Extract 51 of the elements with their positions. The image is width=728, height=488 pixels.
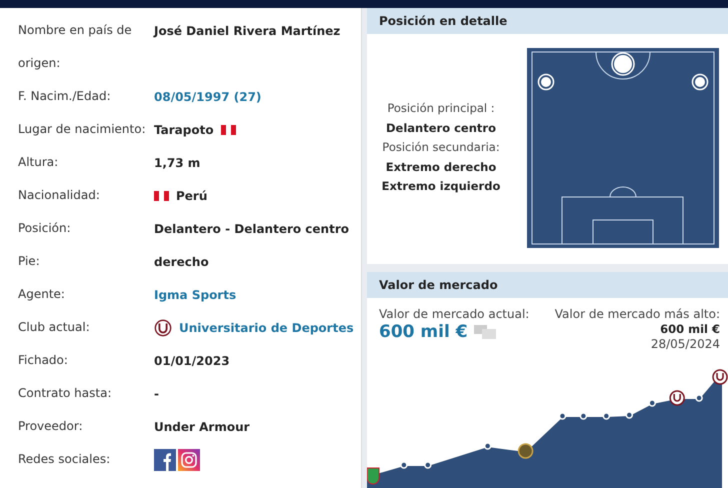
field-value: Tarapoto (154, 122, 214, 136)
data-point[interactable] (626, 411, 634, 419)
field-label: Pie: (18, 253, 41, 270)
data-point[interactable] (400, 461, 408, 469)
section-title: Posición en detalle (379, 14, 508, 28)
field-label: Proveedor: (18, 418, 84, 435)
field-value: Under Armour (154, 420, 250, 434)
field-label: Fichado: (18, 352, 69, 369)
field-label: Posición: (18, 220, 72, 237)
position-value: Extremo derecho (386, 158, 496, 176)
market-value-label: Valor de mercado actual: (379, 307, 530, 322)
highest-value-date: 28/05/2024 (650, 337, 720, 352)
field-label: Contrato hasta: (18, 385, 112, 402)
value-link[interactable]: 08/05/1997 (27) (154, 90, 262, 104)
field-value: 1,73 m (154, 156, 200, 170)
field-value: - (154, 386, 159, 400)
field-label: Redes sociales: (18, 451, 112, 468)
field-label: Nombre en país de origen: (18, 22, 133, 72)
data-point[interactable] (695, 394, 703, 402)
data-point[interactable] (602, 412, 610, 420)
value-link[interactable]: Igma Sports (154, 288, 236, 302)
field-label: F. Nacim./Edad: (18, 88, 112, 105)
facebook-icon[interactable] (154, 448, 176, 470)
field-value: José Daniel Rivera Martínez (154, 24, 340, 38)
data-point[interactable] (424, 461, 432, 469)
shield-icon (367, 468, 380, 484)
field-value: Perú (176, 188, 208, 202)
highest-market-value: 600 mil € (660, 322, 720, 337)
flag-icon (154, 190, 169, 200)
position-label: Posición principal : (387, 100, 495, 118)
position-value: Extremo izquierdo (382, 178, 500, 196)
market-value-label: Valor de mercado más alto: (554, 307, 720, 322)
field-value: 01/01/2023 (154, 354, 230, 368)
club-link[interactable]: Universitario de Deportes (179, 320, 354, 334)
data-point[interactable] (558, 412, 566, 420)
field-label: Nacionalidad: (18, 187, 101, 204)
position-label: Posición secundaria: (382, 139, 500, 156)
field-label: Altura: (18, 154, 60, 171)
position-value: Delantero centro (386, 120, 496, 137)
data-point[interactable] (648, 399, 656, 407)
instagram-icon[interactable] (178, 448, 200, 470)
flag-icon (220, 124, 236, 134)
section-title: Valor de mercado (379, 278, 498, 292)
field-label: Agente: (18, 286, 66, 303)
data-point[interactable] (580, 412, 588, 420)
field-label: Club actual: (18, 319, 91, 336)
field-label: Lugar de nacimiento: (18, 121, 147, 138)
data-point[interactable] (484, 442, 492, 450)
field-value: Delantero - Delantero centro (154, 222, 349, 236)
current-market-value: 600 mil € (379, 322, 468, 342)
field-value: derecho (154, 254, 209, 268)
